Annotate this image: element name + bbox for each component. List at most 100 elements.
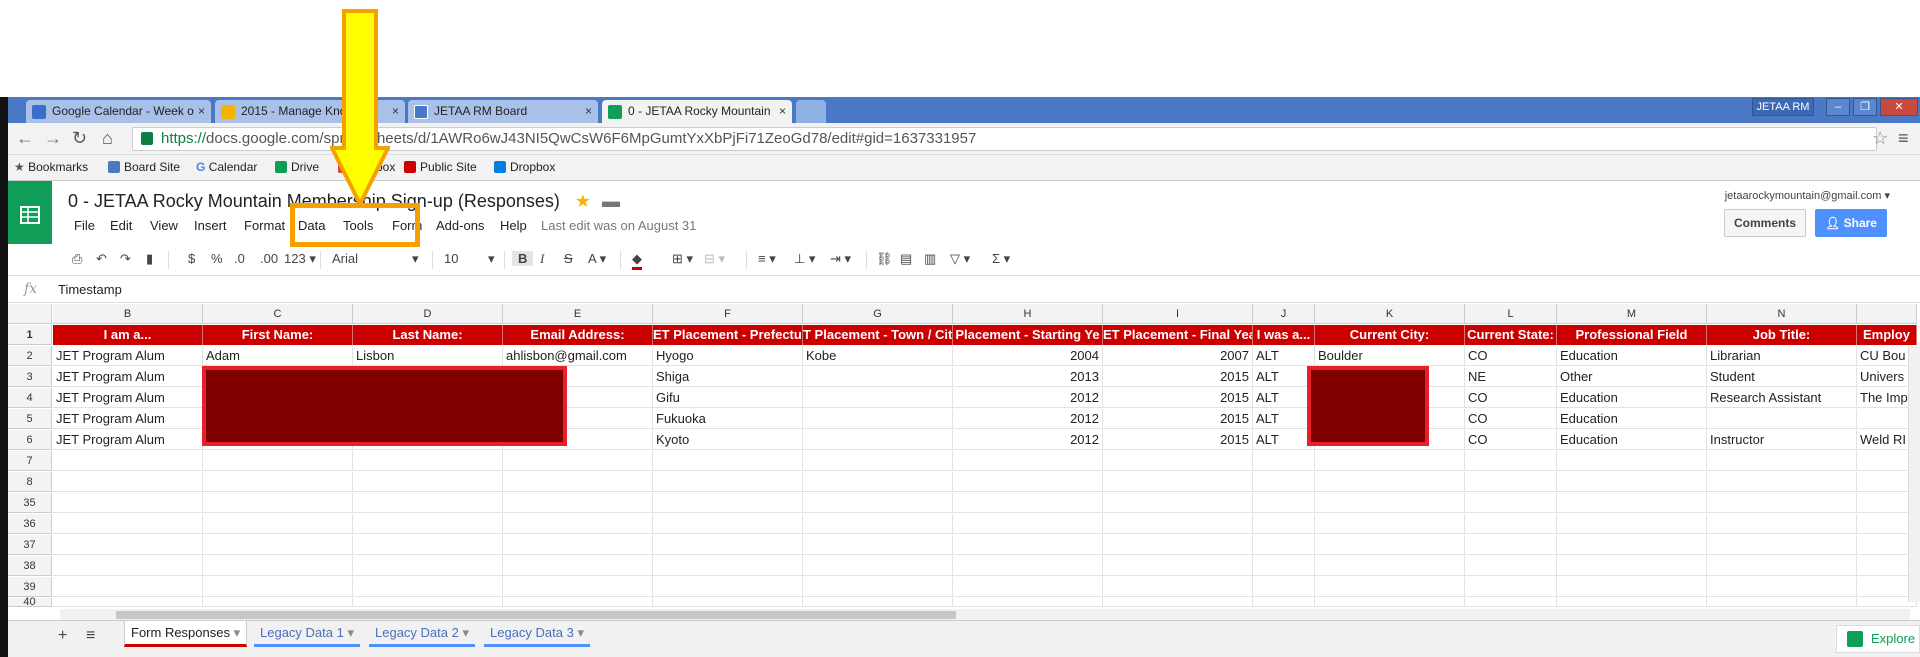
header-cell[interactable]: Job Title:: [1707, 325, 1857, 345]
table-cell[interactable]: Education: [1557, 388, 1707, 408]
row-header[interactable]: 39: [8, 577, 52, 597]
scrollbar-thumb[interactable]: [116, 611, 956, 619]
table-cell[interactable]: JET Program Alum: [53, 409, 203, 429]
empty-cell[interactable]: [1465, 451, 1557, 471]
table-cell[interactable]: Other: [1557, 367, 1707, 387]
table-cell[interactable]: Education: [1557, 430, 1707, 450]
empty-cell[interactable]: [503, 451, 653, 471]
sheet-tab-legacy-1[interactable]: Legacy Data 1 ▾: [254, 621, 360, 647]
empty-cell[interactable]: [353, 577, 503, 597]
row-header[interactable]: 40: [8, 597, 52, 608]
row-header[interactable]: 6: [8, 430, 52, 450]
row-header[interactable]: 35: [8, 493, 52, 513]
font-select[interactable]: Arial ▾: [332, 251, 422, 266]
minimize-button[interactable]: –: [1826, 98, 1850, 116]
column-header[interactable]: C: [203, 304, 353, 324]
close-icon[interactable]: ×: [392, 100, 399, 123]
vertical-align-icon[interactable]: ⊥ ▾: [794, 251, 815, 267]
empty-cell[interactable]: [353, 514, 503, 534]
empty-cell[interactable]: [1103, 535, 1253, 555]
bookmark-star-icon[interactable]: ☆: [1872, 128, 1888, 149]
bookmarks-menu[interactable]: ★ Bookmarks: [14, 160, 88, 174]
sheets-home-icon[interactable]: [8, 181, 52, 249]
empty-cell[interactable]: [203, 535, 353, 555]
header-cell[interactable]: Placement - Starting Ye: [953, 325, 1103, 345]
table-cell[interactable]: 2004: [953, 346, 1103, 366]
bold-button[interactable]: B: [512, 251, 534, 266]
row-header[interactable]: 4: [8, 388, 52, 408]
empty-cell[interactable]: [503, 598, 653, 607]
column-header[interactable]: N: [1707, 304, 1857, 324]
table-cell[interactable]: NE: [1465, 367, 1557, 387]
empty-cell[interactable]: [1707, 598, 1857, 607]
empty-cell[interactable]: [1253, 514, 1315, 534]
back-icon[interactable]: ←: [16, 128, 34, 149]
empty-cell[interactable]: [1707, 493, 1857, 513]
borders-icon[interactable]: ⊞ ▾: [672, 251, 693, 267]
empty-cell[interactable]: [953, 577, 1103, 597]
folder-icon[interactable]: ▬: [602, 191, 620, 211]
table-cell[interactable]: Education: [1557, 409, 1707, 429]
sheet-tab-legacy-3[interactable]: Legacy Data 3 ▾: [484, 621, 590, 647]
table-cell[interactable]: 2007: [1103, 346, 1253, 366]
empty-cell[interactable]: [1253, 493, 1315, 513]
table-cell[interactable]: JET Program Alum: [53, 430, 203, 450]
empty-cell[interactable]: [653, 472, 803, 492]
empty-cell[interactable]: [1315, 577, 1465, 597]
column-header[interactable]: L: [1465, 304, 1557, 324]
empty-cell[interactable]: [803, 535, 953, 555]
empty-cell[interactable]: [1103, 598, 1253, 607]
empty-cell[interactable]: [1315, 535, 1465, 555]
row-header[interactable]: 38: [8, 556, 52, 576]
header-cell[interactable]: ET Placement - Final Yea: [1103, 325, 1253, 345]
empty-cell[interactable]: [1465, 514, 1557, 534]
empty-cell[interactable]: [953, 598, 1103, 607]
undo-icon[interactable]: ↶: [96, 251, 107, 267]
url-field[interactable]: https://docs.google.com/spreadsheets/d/1…: [132, 127, 1877, 151]
table-cell[interactable]: Librarian: [1707, 346, 1857, 366]
empty-cell[interactable]: [53, 472, 203, 492]
empty-cell[interactable]: [1465, 598, 1557, 607]
close-window-button[interactable]: ✕: [1880, 98, 1918, 116]
chevron-down-icon[interactable]: ▾: [234, 625, 241, 640]
empty-cell[interactable]: [353, 598, 503, 607]
empty-cell[interactable]: [1253, 451, 1315, 471]
paint-format-icon[interactable]: ▮: [146, 251, 153, 267]
column-header[interactable]: G: [803, 304, 953, 324]
empty-cell[interactable]: [953, 556, 1103, 576]
chevron-down-icon[interactable]: ▾: [347, 625, 354, 640]
empty-cell[interactable]: [53, 556, 203, 576]
currency-format-button[interactable]: $: [188, 251, 195, 266]
account-menu[interactable]: jetaarockymountain@gmail.com ▾: [1725, 189, 1890, 202]
empty-cell[interactable]: [1557, 577, 1707, 597]
empty-cell[interactable]: [1253, 535, 1315, 555]
table-cell[interactable]: Gifu: [653, 388, 803, 408]
all-sheets-button[interactable]: ≡: [86, 627, 95, 645]
empty-cell[interactable]: [1103, 472, 1253, 492]
column-header[interactable]: F: [653, 304, 803, 324]
empty-cell[interactable]: [503, 472, 653, 492]
row-header[interactable]: 5: [8, 409, 52, 429]
header-cell[interactable]: ET Placement - Prefectur: [653, 325, 803, 345]
chevron-down-icon[interactable]: ▾: [462, 625, 469, 640]
profile-badge[interactable]: JETAA RM: [1752, 98, 1814, 116]
empty-cell[interactable]: [203, 451, 353, 471]
header-cell[interactable]: Email Address:: [503, 325, 653, 345]
sheet-tab-legacy-2[interactable]: Legacy Data 2 ▾: [369, 621, 475, 647]
table-cell[interactable]: ALT: [1253, 430, 1315, 450]
empty-cell[interactable]: [1315, 493, 1465, 513]
add-sheet-button[interactable]: +: [58, 627, 67, 645]
empty-cell[interactable]: [503, 577, 653, 597]
header-cell[interactable]: Current City:: [1315, 325, 1465, 345]
table-cell[interactable]: JET Program Alum: [53, 367, 203, 387]
empty-cell[interactable]: [1253, 598, 1315, 607]
table-cell[interactable]: 2013: [953, 367, 1103, 387]
table-cell[interactable]: Boulder: [1315, 346, 1465, 366]
empty-cell[interactable]: [1707, 577, 1857, 597]
empty-cell[interactable]: [1103, 451, 1253, 471]
table-cell[interactable]: CO: [1465, 409, 1557, 429]
column-header[interactable]: D: [353, 304, 503, 324]
empty-cell[interactable]: [953, 472, 1103, 492]
column-header[interactable]: J: [1253, 304, 1315, 324]
bookmark-calendar[interactable]: G Calendar: [196, 160, 257, 174]
